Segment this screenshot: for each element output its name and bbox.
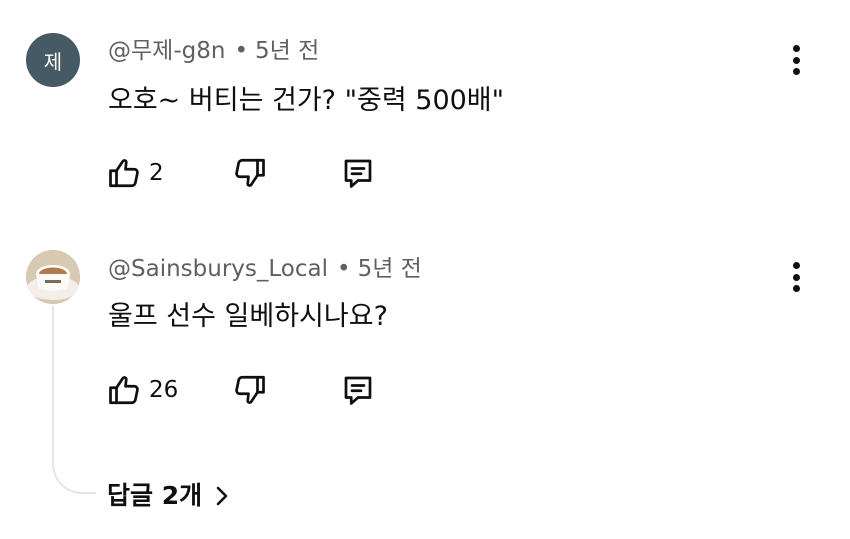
avatar[interactable] bbox=[26, 250, 80, 304]
reply-button[interactable] bbox=[340, 155, 376, 191]
comment-text: 울프 선수 일베하시나요? bbox=[108, 301, 388, 332]
avatar-letter: 제 bbox=[43, 49, 63, 74]
comment-meta: @Sainsburys_Local • 5년 전 bbox=[108, 254, 422, 284]
comment-icon bbox=[344, 159, 372, 188]
like-count: 2 bbox=[149, 160, 164, 186]
thumb-down-icon bbox=[235, 158, 265, 187]
coffee-cup-photo bbox=[26, 250, 80, 304]
more-vert-icon bbox=[792, 45, 800, 52]
dislike-button[interactable] bbox=[232, 155, 268, 191]
more-options-button[interactable] bbox=[782, 259, 810, 295]
more-vert-icon-dot bbox=[792, 273, 800, 281]
dislike-button[interactable] bbox=[232, 372, 268, 408]
thread-connector bbox=[52, 306, 96, 494]
more-vert-icon bbox=[792, 262, 800, 269]
avatar[interactable]: 제 bbox=[26, 33, 80, 87]
thumb-up-icon bbox=[109, 376, 139, 405]
comments-section: 제 @무제-g8n•5년 전 오호~ 버티는 건가? "중력 500배" 2 bbox=[0, 0, 850, 539]
more-vert-icon-dot bbox=[792, 56, 800, 64]
more-vert-icon-dot bbox=[792, 285, 800, 292]
replies-label: 답글 2개 bbox=[107, 481, 203, 510]
comment-time[interactable]: 5년 전 bbox=[255, 38, 319, 64]
thumb-up-icon bbox=[109, 159, 139, 188]
meta-separator: • bbox=[234, 38, 249, 64]
meta-separator: • bbox=[336, 256, 351, 282]
chevron-right-icon bbox=[216, 486, 228, 506]
like-button[interactable]: 26 bbox=[106, 372, 178, 408]
comment-text: 오호~ 버티는 건가? "중력 500배" bbox=[108, 85, 505, 116]
comment-author[interactable]: @무제-g8n bbox=[108, 38, 225, 64]
comment-time[interactable]: 5년 전 bbox=[358, 256, 422, 282]
reply-button[interactable] bbox=[340, 372, 376, 408]
view-replies-button[interactable]: 답글 2개 bbox=[107, 481, 230, 511]
more-options-button[interactable] bbox=[782, 42, 810, 78]
comment-icon bbox=[344, 376, 372, 405]
comment-meta: @무제-g8n • 5년 전 bbox=[108, 36, 319, 66]
comment-author[interactable]: @Sainsburys_Local bbox=[108, 256, 328, 282]
like-count: 26 bbox=[149, 377, 179, 403]
thumb-down-icon bbox=[235, 375, 265, 404]
like-button[interactable]: 2 bbox=[106, 155, 164, 191]
more-vert-icon-dot bbox=[792, 68, 800, 75]
